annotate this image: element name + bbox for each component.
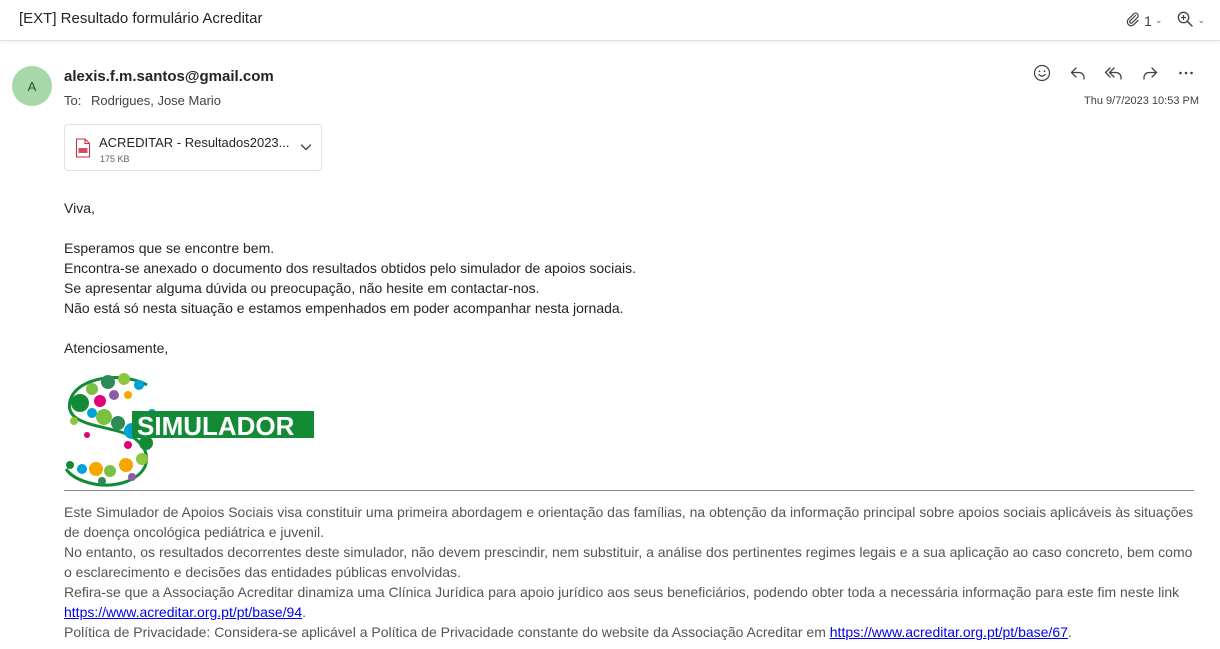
message-body: Viva, Esperamos que se encontre bem. Enc…: [64, 198, 636, 358]
legal-clinic-link[interactable]: https://www.acreditar.org.pt/pt/base/94: [64, 604, 302, 620]
react-button[interactable]: [1028, 62, 1056, 88]
attachment-size: 175 KB: [100, 154, 130, 164]
closing: Atenciosamente,: [64, 340, 169, 356]
body-line: Não está só nesta situação e estamos emp…: [64, 300, 624, 316]
forward-button[interactable]: [1136, 62, 1164, 88]
chevron-down-icon: ⌄: [1154, 15, 1163, 25]
chevron-down-icon: [299, 141, 313, 158]
more-icon: [1177, 64, 1195, 87]
attachments-button[interactable]: 1 ⌄: [1120, 9, 1167, 32]
attachment-menu-button[interactable]: [299, 140, 313, 159]
recipient-line: To: Rodrigues, Jose Mario: [64, 93, 221, 108]
chevron-down-icon: ⌄: [1197, 15, 1205, 25]
simulador-logo: SIMULADOR: [62, 373, 318, 491]
more-actions-button[interactable]: [1172, 62, 1200, 88]
attachment-count: 1: [1144, 12, 1152, 29]
disclaimer-paragraph: Este Simulador de Apoios Sociais visa co…: [64, 504, 1194, 540]
paperclip-icon: [1125, 11, 1141, 30]
disclaimer: Este Simulador de Apoios Sociais visa co…: [64, 502, 1199, 642]
disclaimer-text: Refira-se que a Associação Acreditar din…: [64, 584, 1180, 600]
sender-address[interactable]: alexis.f.m.santos@gmail.com: [64, 68, 274, 85]
recipient-name[interactable]: Rodrigues, Jose Mario: [91, 93, 221, 108]
reading-pane-header: [EXT] Resultado formulário Acreditar 1 ⌄…: [0, 0, 1220, 41]
smiley-icon: [1033, 64, 1051, 87]
body-line: Esperamos que se encontre bem.: [64, 240, 275, 256]
body-line: Encontra-se anexado o documento dos resu…: [64, 260, 637, 276]
privacy-policy-link[interactable]: https://www.acreditar.org.pt/pt/base/67: [830, 624, 1068, 640]
message-actions: [1028, 62, 1200, 88]
privacy-text: Política de Privacidade: Considera-se ap…: [64, 624, 830, 640]
disclaimer-paragraph: Refira-se que a Associação Acreditar din…: [64, 582, 1199, 622]
disclaimer-paragraph: No entanto, os resultados decorrentes de…: [64, 544, 1193, 580]
privacy-text-end: .: [1067, 624, 1072, 640]
attachment-name: ACREDITAR - Resultados2023...: [99, 135, 290, 150]
zoom-button[interactable]: ⌄: [1171, 8, 1210, 33]
logo-text: SIMULADOR: [137, 411, 295, 441]
attachment-card[interactable]: ACREDITAR - Resultados2023... 175 KB: [64, 124, 322, 171]
pdf-file-icon: [75, 138, 91, 163]
body-line: Se apresentar alguma dúvida ou preocupaç…: [64, 280, 540, 296]
reply-all-button[interactable]: [1100, 62, 1128, 88]
disclaimer-paragraph: Política de Privacidade: Considera-se ap…: [64, 622, 1199, 642]
email-subject: [EXT] Resultado formulário Acreditar: [19, 10, 263, 27]
disclaimer-text-end: .: [302, 604, 307, 620]
to-label: To:: [64, 93, 82, 108]
header-tools: 1 ⌄ ⌄: [1120, 8, 1210, 33]
signature-divider: [64, 490, 1194, 491]
greeting: Viva,: [64, 200, 95, 216]
zoom-icon: [1176, 10, 1194, 31]
reply-icon: [1069, 64, 1087, 87]
reply-all-icon: [1104, 64, 1124, 87]
sent-datetime: Thu 9/7/2023 10:53 PM: [1084, 95, 1199, 107]
forward-icon: [1141, 64, 1159, 87]
avatar[interactable]: A: [12, 66, 52, 106]
reply-button[interactable]: [1064, 62, 1092, 88]
